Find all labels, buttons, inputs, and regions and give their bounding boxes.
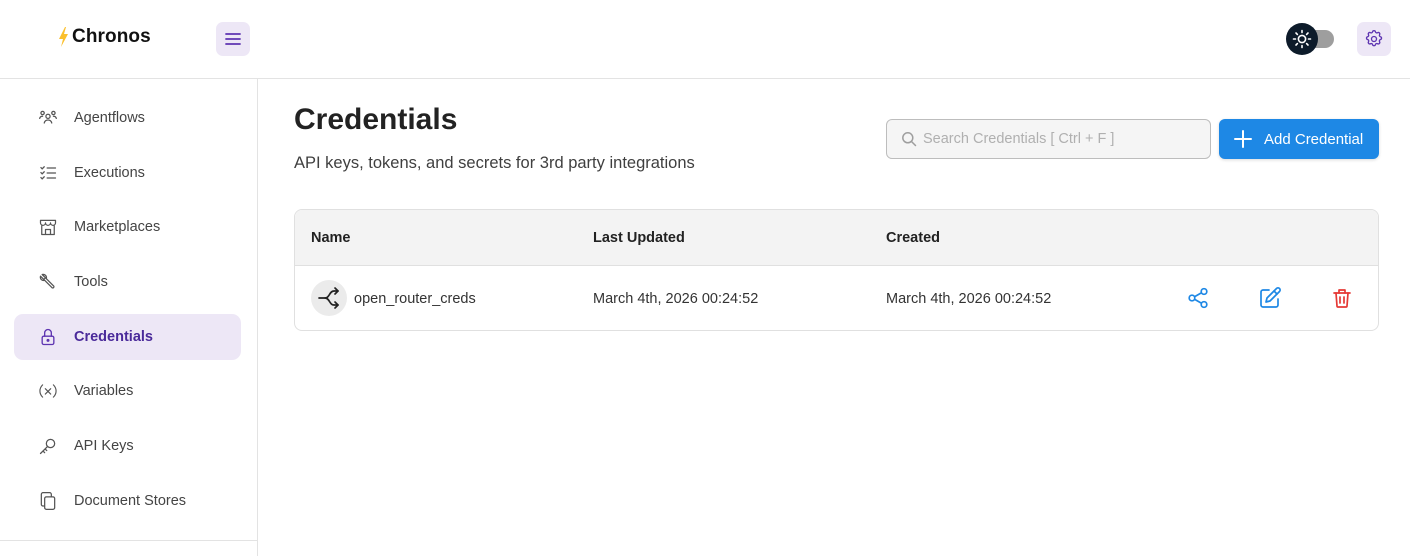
- search-box[interactable]: [886, 119, 1211, 159]
- sidebar-item-label: API Keys: [74, 438, 134, 454]
- settings-button[interactable]: [1357, 22, 1391, 56]
- sidebar-item-marketplaces[interactable]: Marketplaces: [14, 204, 241, 250]
- column-header-last-updated: Last Updated: [593, 230, 685, 246]
- sun-icon: [1292, 29, 1312, 49]
- toggle-knob: [1286, 23, 1318, 55]
- edit-button[interactable]: [1258, 286, 1282, 310]
- sidebar-item-tools[interactable]: Tools: [14, 259, 241, 305]
- lock-icon: [38, 327, 58, 347]
- sidebar-item-label: Marketplaces: [74, 219, 161, 235]
- delete-icon: [1333, 289, 1351, 308]
- sidebar-item-api-keys[interactable]: API Keys: [14, 423, 241, 469]
- sidebar-item-label: Agentflows: [74, 110, 145, 126]
- delete-button[interactable]: [1330, 286, 1354, 310]
- theme-toggle[interactable]: [1286, 22, 1336, 56]
- credential-last-updated: March 4th, 2026 00:24:52: [593, 291, 759, 307]
- sidebar-item-document-stores[interactable]: Document Stores: [14, 478, 241, 524]
- share-icon: [1188, 287, 1208, 309]
- sidebar-item-label: Executions: [74, 165, 145, 181]
- sidebar-item-label: Document Stores: [74, 493, 187, 509]
- edit-icon: [1260, 287, 1281, 308]
- credential-name: open_router_creds: [354, 291, 476, 307]
- app-name: Chronos: [72, 26, 151, 47]
- documents-icon: [38, 491, 58, 511]
- sidebar-divider: [0, 540, 258, 541]
- bolt-icon: [59, 27, 68, 47]
- page-title: Credentials: [294, 103, 458, 136]
- variable-icon: [38, 381, 58, 401]
- plus-icon: [1234, 130, 1252, 148]
- credentials-table: Name Last Updated Created open_router_cr…: [294, 209, 1379, 331]
- search-icon: [902, 132, 917, 147]
- key-icon: [38, 436, 58, 456]
- sidebar-item-credentials[interactable]: Credentials: [14, 314, 241, 360]
- share-button[interactable]: [1186, 286, 1210, 310]
- hamburger-icon: [225, 33, 241, 45]
- app-logo[interactable]: Chronos: [58, 26, 151, 48]
- top-header: Chronos: [0, 0, 1410, 79]
- router-icon: [311, 280, 347, 316]
- sidebar: Agentflows Executions Marketplaces Tools: [0, 79, 258, 556]
- add-credential-button[interactable]: Add Credential: [1219, 119, 1379, 159]
- sidebar-item-label: Credentials: [74, 329, 153, 345]
- column-header-created: Created: [886, 230, 940, 246]
- column-header-name: Name: [311, 230, 351, 246]
- sidebar-item-label: Variables: [74, 383, 134, 399]
- sidebar-item-executions[interactable]: Executions: [14, 150, 241, 196]
- sidebar-item-agentflows[interactable]: Agentflows: [14, 95, 241, 141]
- table-header: Name Last Updated Created: [295, 210, 1378, 266]
- storefront-icon: [38, 217, 58, 237]
- add-credential-label: Add Credential: [1264, 130, 1364, 148]
- sidebar-item-variables[interactable]: Variables: [14, 368, 241, 414]
- wrench-icon: [38, 272, 58, 292]
- gear-icon: [1365, 30, 1383, 47]
- credential-created: March 4th, 2026 00:24:52: [886, 291, 1052, 307]
- checklist-icon: [38, 163, 58, 183]
- table-row: open_router_creds March 4th, 2026 00:24:…: [295, 266, 1378, 330]
- users-icon: [38, 108, 58, 128]
- search-input[interactable]: [923, 120, 1203, 158]
- sidebar-item-label: Tools: [74, 274, 108, 290]
- page-subtitle: API keys, tokens, and secrets for 3rd pa…: [294, 154, 695, 172]
- menu-toggle-button[interactable]: [216, 22, 250, 56]
